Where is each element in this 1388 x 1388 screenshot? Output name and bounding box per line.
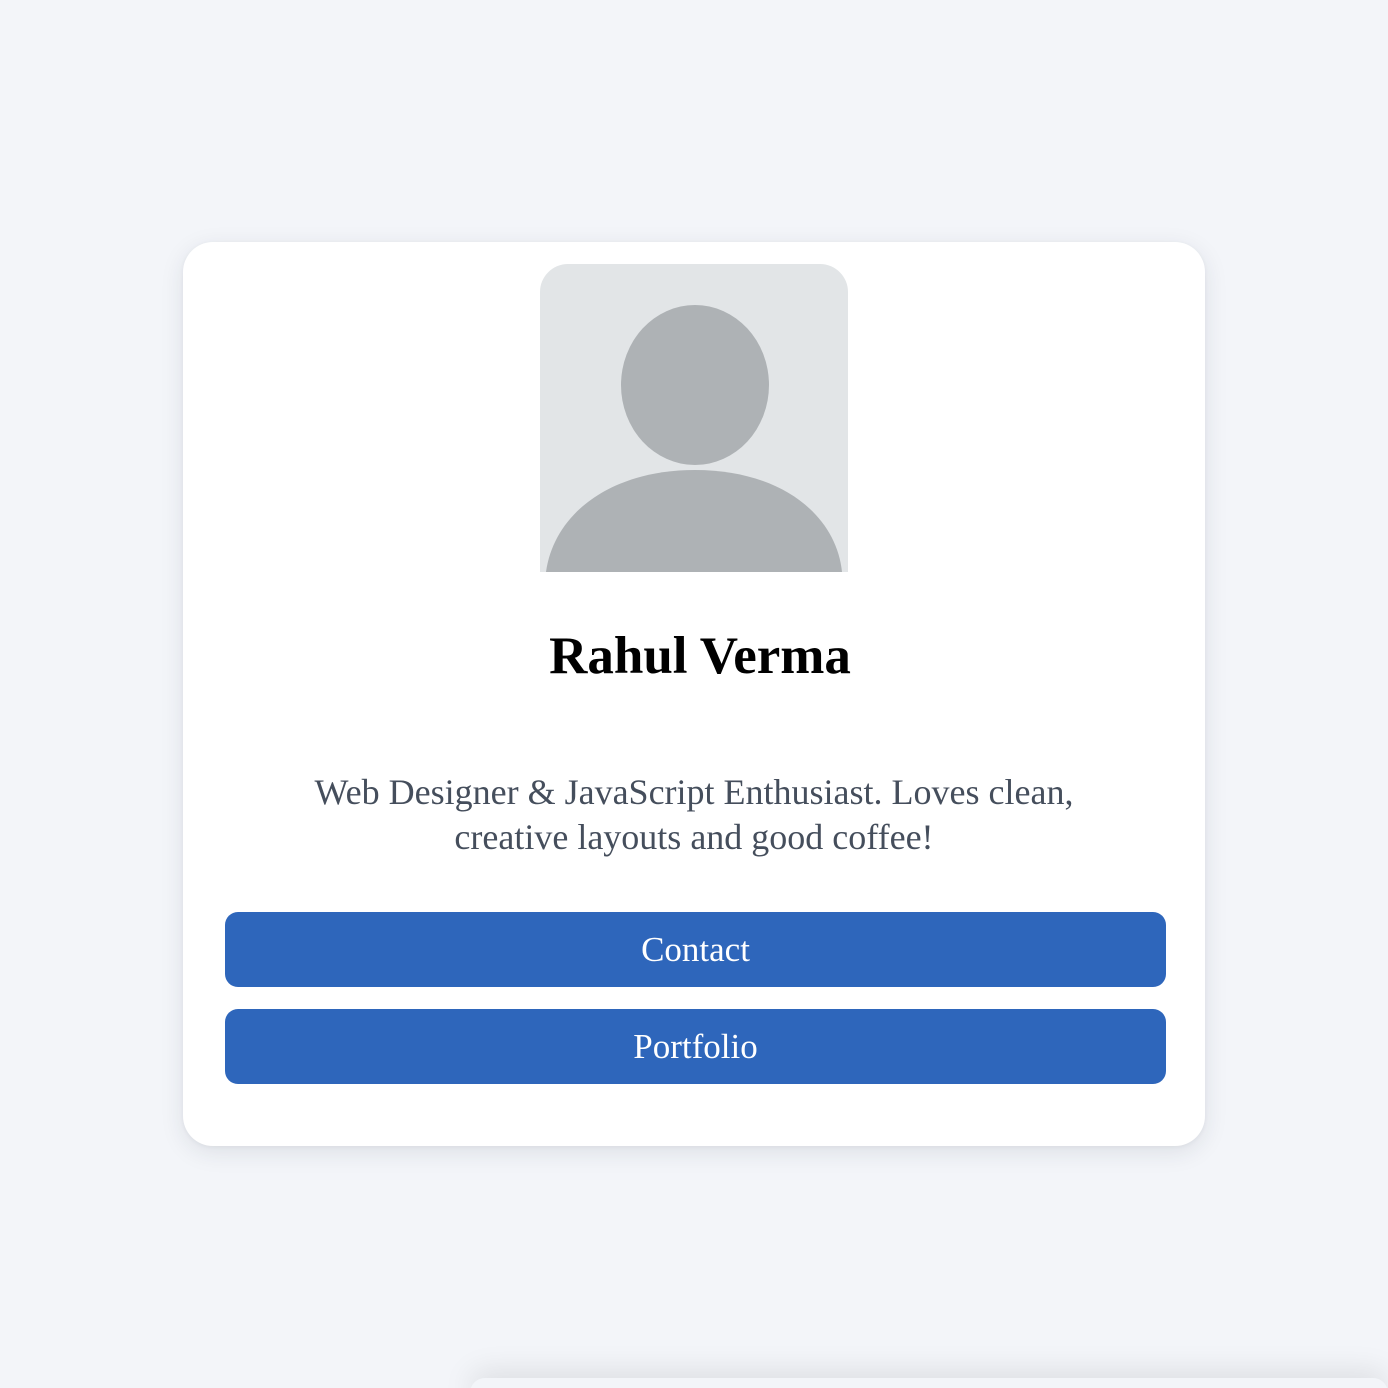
portfolio-button[interactable]: Portfolio bbox=[225, 1009, 1166, 1084]
profile-card: Rahul Verma Web Designer & JavaScript En… bbox=[183, 242, 1205, 1146]
page-bottom-shadow bbox=[470, 1378, 1388, 1388]
contact-button[interactable]: Contact bbox=[225, 912, 1166, 987]
user-silhouette-icon bbox=[546, 305, 842, 572]
avatar bbox=[540, 264, 848, 572]
profile-name: Rahul Verma bbox=[549, 627, 851, 685]
profile-bio: Web Designer & JavaScript Enthusiast. Lo… bbox=[314, 772, 1074, 857]
